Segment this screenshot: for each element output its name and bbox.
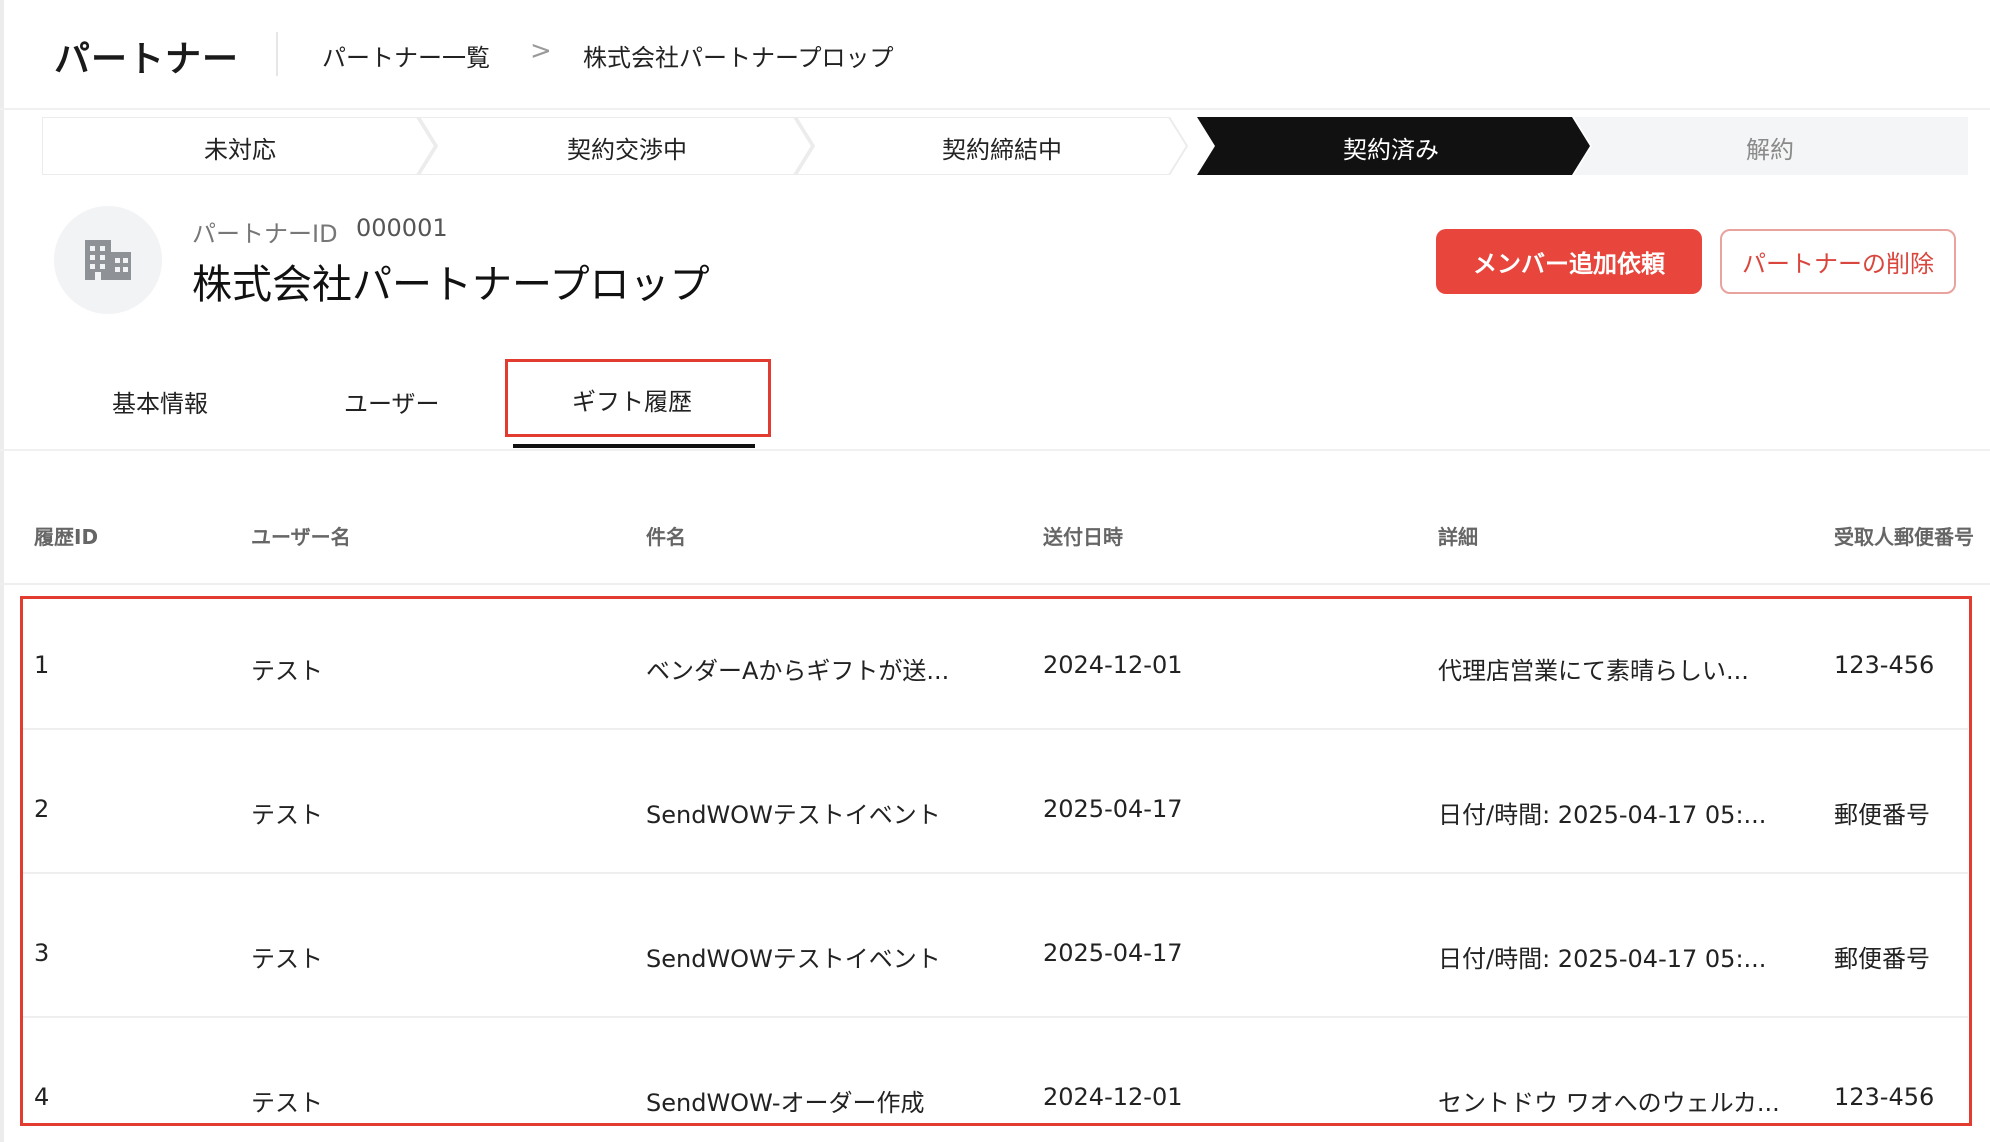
step-negotiating[interactable]: 契約交渉中 bbox=[477, 130, 777, 165]
tab-basic-info[interactable]: 基本情報 bbox=[112, 384, 208, 419]
tab-users[interactable]: ユーザー bbox=[344, 384, 440, 419]
column-header-user-name: ユーザー名 bbox=[251, 525, 351, 549]
column-header-history-id: 履歴ID bbox=[34, 525, 99, 549]
table-header-divider bbox=[0, 583, 1990, 585]
step-contracting[interactable]: 契約締結中 bbox=[852, 130, 1152, 165]
page-header: パートナー パートナー一覧 > 株式会社パートナープロップ bbox=[0, 0, 1990, 110]
partner-name: 株式会社パートナープロップ bbox=[192, 262, 710, 308]
tab-highlight-box bbox=[505, 359, 771, 437]
partner-id-label: パートナーID bbox=[192, 220, 338, 248]
breadcrumb-current: 株式会社パートナープロップ bbox=[583, 44, 894, 72]
table-highlight-box bbox=[20, 596, 1972, 1126]
column-header-details: 詳細 bbox=[1438, 525, 1478, 549]
column-header-postal-code: 受取人郵便番号 bbox=[1834, 525, 1974, 549]
app-title: パートナー bbox=[54, 39, 240, 80]
window-edge bbox=[0, 0, 4, 1142]
tabs-divider bbox=[0, 449, 1990, 451]
building-icon bbox=[85, 240, 131, 280]
partner-id-value: 000001 bbox=[356, 214, 448, 242]
status-stepper: 未対応 契約交渉中 契約締結中 契約済み 解約 bbox=[42, 117, 1968, 175]
step-contracted[interactable]: 契約済み bbox=[1241, 130, 1541, 165]
delete-partner-button[interactable]: パートナーの削除 bbox=[1720, 229, 1956, 294]
step-unhandled[interactable]: 未対応 bbox=[90, 130, 390, 165]
column-header-subject: 件名 bbox=[646, 525, 686, 549]
active-tab-indicator bbox=[513, 444, 755, 448]
header-divider bbox=[276, 32, 278, 76]
step-cancelled[interactable]: 解約 bbox=[1620, 130, 1920, 165]
request-member-add-button[interactable]: メンバー追加依頼 bbox=[1436, 229, 1702, 294]
chevron-right-icon: > bbox=[530, 36, 552, 66]
avatar bbox=[54, 206, 162, 314]
column-header-sent-at: 送付日時 bbox=[1043, 525, 1123, 549]
breadcrumb-partner-list[interactable]: パートナー一覧 bbox=[322, 38, 490, 73]
